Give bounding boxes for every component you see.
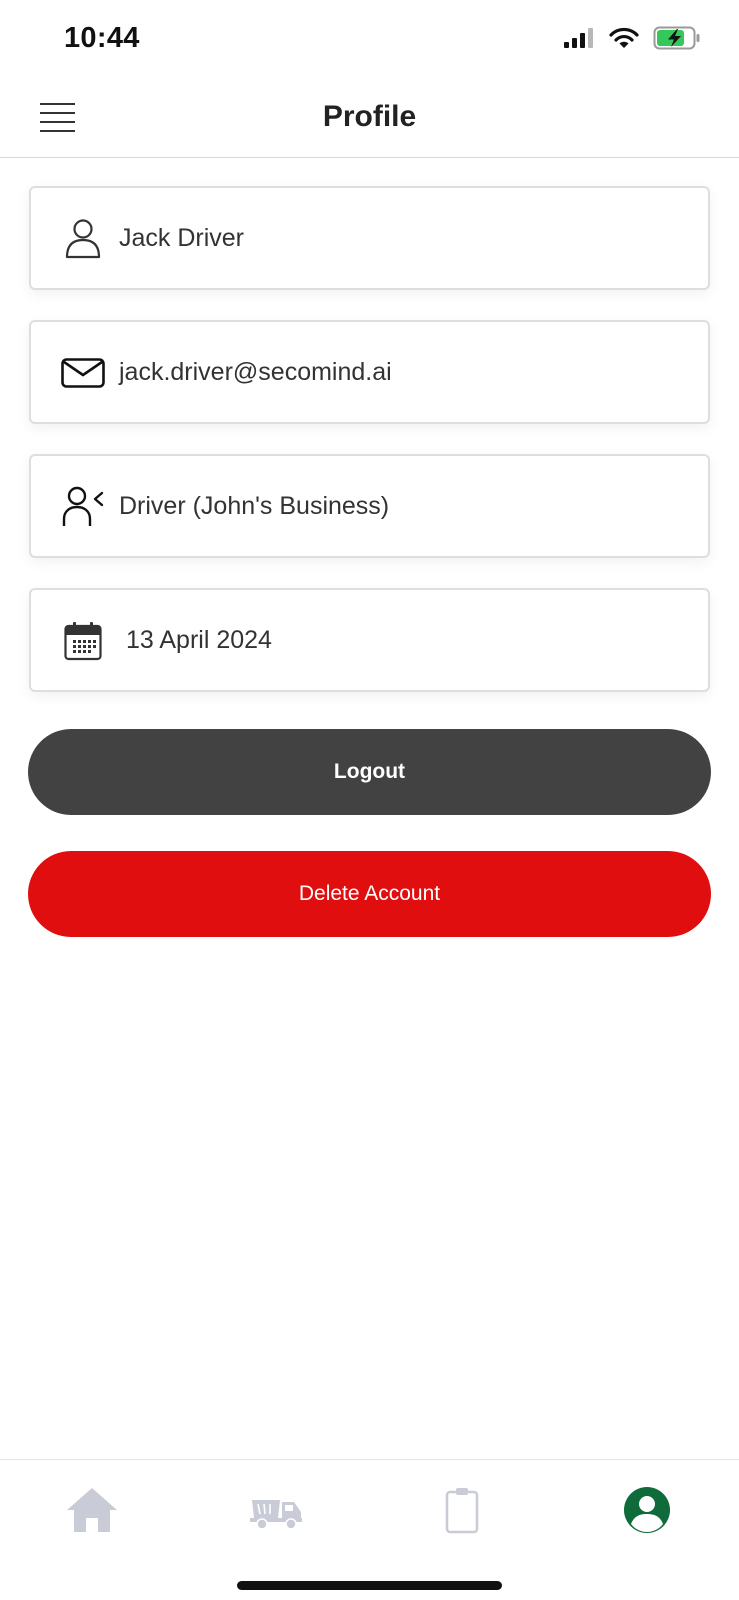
profile-name: Jack Driver [119, 224, 245, 252]
tab-profile[interactable] [617, 1482, 677, 1538]
date-card: 13 April 2024 [29, 588, 710, 692]
status-time: 10:44 [64, 22, 140, 54]
profile-icon [624, 1487, 670, 1533]
battery-charging-icon [653, 26, 700, 50]
bottom-tab-bar [0, 1459, 739, 1600]
calendar-icon [60, 618, 106, 664]
user-icon [60, 216, 106, 262]
profile-date: 13 April 2024 [126, 626, 272, 654]
profile-email: jack.driver@secomind.ai [119, 358, 392, 386]
status-icons [563, 26, 701, 50]
logout-button[interactable]: Logout [28, 729, 711, 815]
home-indicator [237, 1581, 502, 1590]
user-role-icon [60, 484, 106, 530]
truck-icon [250, 1500, 302, 1530]
tab-clipboard[interactable] [432, 1482, 492, 1538]
app-header: Profile [0, 80, 739, 158]
cellular-signal-icon [564, 28, 593, 48]
role-card: Driver (John's Business) [29, 454, 710, 558]
name-card: Jack Driver [29, 186, 710, 290]
email-card: jack.driver@secomind.ai [29, 320, 710, 424]
tab-truck[interactable] [246, 1482, 306, 1538]
tab-home[interactable] [62, 1482, 122, 1538]
home-icon [67, 1488, 117, 1532]
wifi-icon [609, 27, 639, 48]
status-bar: 10:44 [0, 0, 739, 80]
page-title: Profile [322, 100, 417, 133]
envelope-icon [60, 350, 106, 396]
clipboard-icon [445, 1488, 479, 1534]
profile-role: Driver (John's Business) [119, 492, 390, 520]
delete-account-button[interactable]: Delete Account [28, 851, 711, 937]
